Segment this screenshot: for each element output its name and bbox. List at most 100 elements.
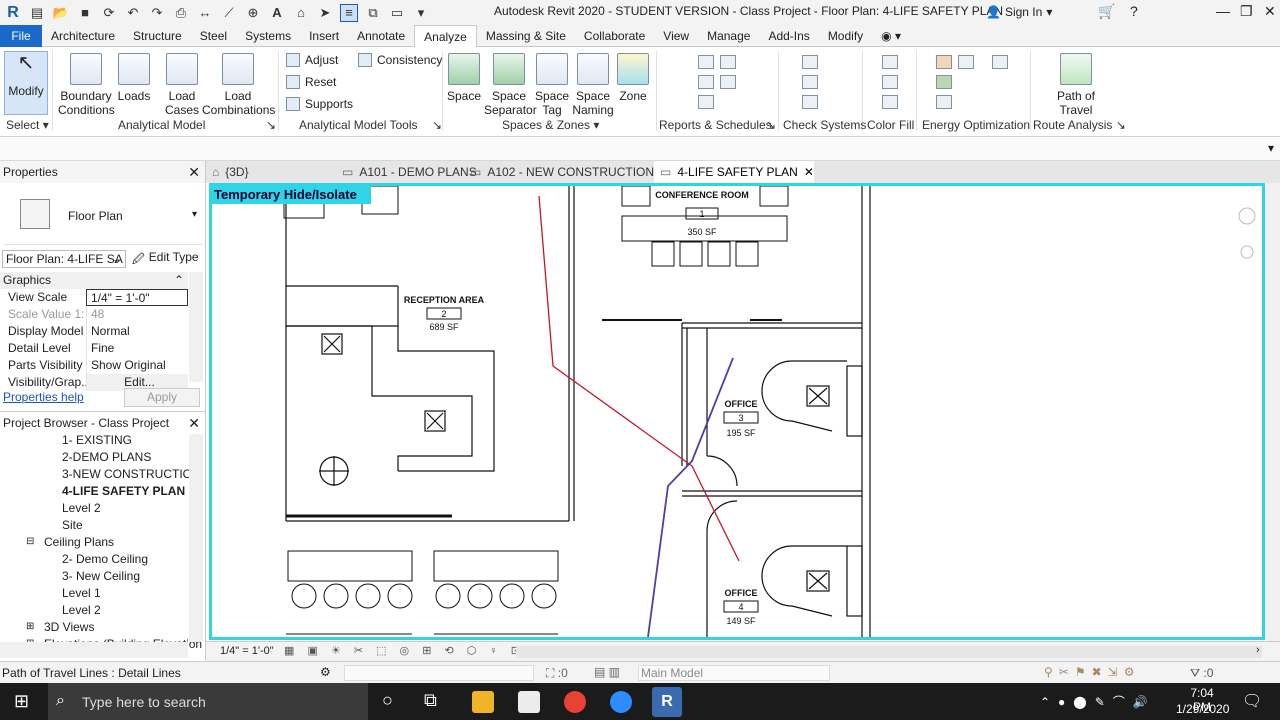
qat-dropdown-icon[interactable]: ▾ xyxy=(412,4,430,22)
mail-icon[interactable] xyxy=(518,691,540,713)
ribbon-tab-insert[interactable]: Insert xyxy=(300,25,348,47)
browser-item[interactable]: Site xyxy=(62,517,83,533)
color-scheme-icon[interactable] xyxy=(882,95,898,109)
load-cases-button[interactable]: Load Cases xyxy=(164,53,200,117)
pipe-pressure-icon[interactable] xyxy=(698,95,714,109)
cart-icon[interactable]: 🛒 xyxy=(1098,3,1115,20)
ribbon-tab-architecture[interactable]: Architecture xyxy=(42,25,124,47)
browser-item[interactable]: 1- EXISTING xyxy=(62,432,132,448)
scroll-right-icon[interactable]: › xyxy=(1256,644,1260,656)
view-tab[interactable]: ▭ A101 - DEMO PLANS xyxy=(336,161,477,183)
check-duct-icon[interactable] xyxy=(802,55,818,69)
edit-type-button[interactable]: 🖉 Edit Type xyxy=(132,250,199,271)
close-icon[interactable]: ✕ xyxy=(188,161,200,183)
panel-schedules-icon[interactable] xyxy=(720,55,736,69)
duct-legend-icon[interactable] xyxy=(882,55,898,69)
create-energy-model-icon[interactable] xyxy=(958,55,974,69)
browser-item[interactable]: 2- Demo Ceiling xyxy=(62,551,148,567)
space-button[interactable]: Space xyxy=(446,53,482,103)
contextual-tab-toggle-icon[interactable]: ◉ ▾ xyxy=(872,25,910,47)
dimension-icon[interactable]: ⟋ xyxy=(220,4,238,22)
editable-only-icon[interactable]: ▤ ▥ xyxy=(594,665,620,679)
cortana-icon[interactable]: ○ xyxy=(382,690,393,711)
adjust-button[interactable]: Adjust xyxy=(286,53,338,67)
browser-hscrollbar[interactable] xyxy=(0,642,188,658)
text-icon[interactable]: A xyxy=(268,4,286,22)
ribbon-tab-steel[interactable]: Steel xyxy=(191,25,236,47)
thin-lines-icon[interactable]: ≡ xyxy=(340,3,358,22)
ribbon-tab-annotate[interactable]: Annotate xyxy=(348,25,414,47)
sync-icon[interactable]: ⟳ xyxy=(100,4,118,22)
browser-item[interactable]: 3- New Ceiling xyxy=(62,568,140,584)
property-row[interactable]: View Scale 1/4" = 1'-0" xyxy=(0,289,188,306)
redo-icon[interactable]: ↷ xyxy=(148,4,166,22)
close-hidden-icon[interactable]: ⧉ xyxy=(364,4,382,22)
measure-icon[interactable]: ↔ xyxy=(196,4,214,22)
property-value[interactable]: Fine xyxy=(86,340,188,357)
close-tab-icon[interactable]: ✕ xyxy=(804,161,814,183)
options-bar-dropdown-icon[interactable]: ▾ xyxy=(1268,141,1274,155)
restore-icon[interactable]: ❐ xyxy=(1240,3,1253,20)
type-selector[interactable]: Floor Plan ▾ xyxy=(4,185,202,245)
ribbon-tab-analyze[interactable]: Analyze xyxy=(414,24,477,47)
undo-icon[interactable]: ↶ xyxy=(124,4,142,22)
boundary-conditions-button[interactable]: Boundary Conditions xyxy=(58,53,115,117)
zoom-app-icon[interactable] xyxy=(610,691,632,713)
browser-item[interactable]: 2-DEMO PLANS xyxy=(62,449,151,465)
property-value[interactable]: Normal xyxy=(86,323,188,340)
worksets-icon[interactable]: ⚙ xyxy=(320,665,331,679)
reset-button[interactable]: Reset xyxy=(286,75,336,89)
property-row[interactable]: Display Model Normal xyxy=(0,323,188,340)
consistency-button[interactable]: Consistency xyxy=(358,53,442,67)
close-window-icon[interactable]: ✕ xyxy=(1264,3,1276,20)
property-value[interactable]: 1/4" = 1'-0" xyxy=(86,289,188,306)
taskbar-search[interactable]: ⌕ Type here to search xyxy=(48,683,368,720)
dialog-launcher-icon[interactable]: ↘ xyxy=(432,118,442,132)
file-explorer-icon[interactable] xyxy=(472,691,494,713)
workset-selector[interactable] xyxy=(344,665,534,681)
property-row[interactable]: Scale Value 1: 48 xyxy=(0,306,188,323)
browser-item[interactable]: 4-LIFE SAFETY PLAN xyxy=(62,483,185,499)
properties-help-link[interactable]: Properties help xyxy=(3,390,84,404)
browser-item[interactable]: Ceiling Plans xyxy=(44,534,114,550)
view-tab[interactable]: ⌂ {3D} xyxy=(206,161,336,183)
space-naming-button[interactable]: Space Naming xyxy=(572,53,614,117)
ribbon-tab-structure[interactable]: Structure xyxy=(124,25,191,47)
selection-options-icons[interactable]: ⚲✂⚑✖⇲⚙ xyxy=(1044,665,1140,679)
ribbon-tab-add-ins[interactable]: Add-Ins xyxy=(759,25,818,47)
system-tray-icons[interactable]: ⌃●⬤✎⌒🔊 xyxy=(1040,693,1156,710)
ribbon-tab-view[interactable]: View xyxy=(654,25,698,47)
tag-icon[interactable]: ⊕ xyxy=(244,4,262,22)
property-value[interactable]: Show Original xyxy=(86,357,188,374)
3d-view-icon[interactable]: ⌂ xyxy=(292,4,310,22)
design-option-selector[interactable]: Main Model xyxy=(638,665,830,681)
sign-in[interactable]: 👤 Sign In ▾ xyxy=(986,5,1052,19)
collapse-node-icon[interactable]: ⊟ xyxy=(26,534,34,550)
section-icon[interactable]: ➤ xyxy=(316,4,334,22)
optimize-icon[interactable] xyxy=(936,75,952,89)
modify-button[interactable]: ↖ Modify xyxy=(4,51,48,115)
ribbon-tab-massing-site[interactable]: Massing & Site xyxy=(477,25,575,47)
ribbon-tab-file[interactable]: File xyxy=(0,24,42,47)
view-scale-label[interactable]: 1/4" = 1'-0" xyxy=(220,645,274,657)
path-of-travel-button[interactable]: Path of Travel xyxy=(1048,53,1104,117)
windows-start-icon[interactable]: ⊞ xyxy=(14,691,29,712)
revit-logo-icon[interactable]: R xyxy=(4,3,22,23)
expand-node-icon[interactable]: ⊞ xyxy=(26,619,34,635)
energy-settings-icon[interactable] xyxy=(936,55,952,69)
clock-date[interactable]: 1/29/2020 xyxy=(1176,702,1229,716)
browser-item[interactable]: Level 1 xyxy=(62,585,101,601)
zone-button[interactable]: Zone xyxy=(616,53,650,103)
browser-item[interactable]: 3D Views xyxy=(44,619,94,635)
check-pipe-icon[interactable] xyxy=(802,75,818,89)
ribbon-tab-modify[interactable]: Modify xyxy=(819,25,872,47)
dialog-launcher-icon[interactable]: ↘ xyxy=(766,118,776,132)
recent-files-icon[interactable]: ▤ xyxy=(28,4,46,22)
spaces-zones-panel[interactable]: Spaces & Zones ▾ xyxy=(502,118,599,132)
schedule-icon[interactable] xyxy=(698,75,714,89)
help-icon[interactable]: ? xyxy=(1130,3,1138,19)
chrome-icon[interactable] xyxy=(564,691,586,713)
print-icon[interactable]: ⎙ xyxy=(172,4,190,22)
drawing-canvas[interactable]: CONFERENCE ROOM 1 350 SF RECEPTION AREA … xyxy=(209,183,1265,640)
system-zones-icon[interactable] xyxy=(936,95,952,109)
